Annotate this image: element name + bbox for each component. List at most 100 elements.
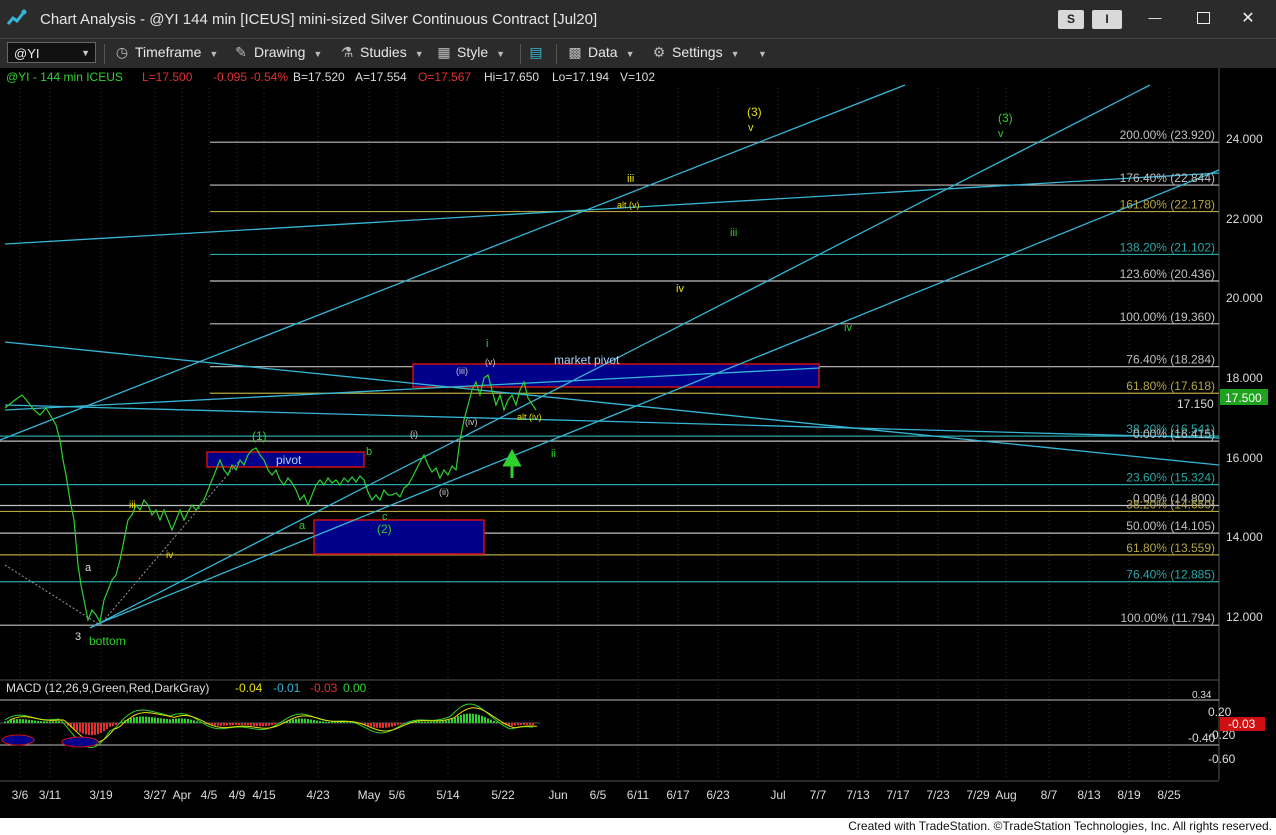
date-tick: 6/17 [666,788,690,802]
date-tick: Apr [173,788,192,802]
wave-c-label: c [382,511,388,523]
minimize-icon[interactable]: — [1145,10,1165,28]
green-1-label: (1) [252,429,267,443]
style-menu[interactable]: ▦ Style ▼ [435,44,505,64]
layout-button[interactable]: ▤ [527,44,549,64]
fib-label: 23.60% (15.324) [1126,471,1215,485]
fib-label: 176.40% (22.844) [1120,171,1215,185]
fib-label: 61.80% (17.618) [1126,379,1215,393]
date-tick: 8/19 [1117,788,1141,802]
macd-tick: -0.40 [1188,731,1216,745]
date-tick: 7/13 [846,788,870,802]
fib-label: 61.80% (13.559) [1126,541,1215,555]
quote-ask: A=17.554 [355,70,407,84]
yellow-alt-v-label: alt (v) [617,200,640,210]
date-tick: 6/11 [627,788,650,802]
macd-value-3: -0.03 [310,681,338,695]
layout-icon: ▤ [529,44,543,60]
toolbar-overflow[interactable]: ▼ [750,44,767,64]
fib-label: 76.40% (18.284) [1126,353,1215,367]
green-ii-label: ii [551,448,556,460]
date-tick: Jul [770,788,785,802]
clock-icon: ◷ [115,44,129,60]
date-tick: 6/23 [706,788,730,802]
date-tick: 5/22 [491,788,515,802]
maximize-icon[interactable] [1193,10,1213,28]
quote-change: -0.095 [213,70,247,84]
wave-a2-label: a [299,520,306,532]
quote-open: O=17.567 [418,70,471,84]
green-v-label: v [998,128,1004,140]
pivot-label: pivot [276,453,302,467]
green-iii-label: iii [730,227,737,239]
level-17150-label: 17.150 [1177,397,1214,411]
macd-tick: -0.60 [1208,752,1236,766]
date-tick: 4/15 [252,788,276,802]
date-tick: Jun [548,788,567,802]
footer-bar: Created with TradeStation. ©TradeStation… [0,818,1276,835]
lower-pivot-box [313,519,485,555]
green-2-label: (2) [377,522,392,536]
date-tick: 6/5 [590,788,607,802]
pencil-icon: ✎ [235,44,247,60]
fib-label: 161.80% (22.178) [1120,198,1215,212]
style-icon: ▦ [437,44,451,60]
date-tick: 7/7 [810,788,827,802]
wave-3-label: 3 [75,631,81,643]
fib-label: 200.00% (23.920) [1120,128,1215,142]
chart-toolbar: @YI ▼ ◷ Timeframe ▼ ✎ Drawing ▼ ⚗ Studies ▼ ▦ St… [0,39,1276,69]
macd-current-label: -0.03 [1228,717,1256,731]
date-tick: 7/23 [926,788,950,802]
timeframe-menu[interactable]: ◷ Timeframe ▼ [113,44,218,64]
drawing-menu[interactable]: ✎ Drawing ▼ [232,44,322,64]
date-tick: 5/14 [436,788,460,802]
fib-label: 0.00% (16.415) [1133,427,1215,441]
fib-label: 100.00% (19.360) [1120,310,1215,324]
studies-menu[interactable]: ⚗ Studies ▼ [338,44,424,64]
flask-icon: ⚗ [340,44,354,60]
bottom-label: bottom [89,634,126,648]
quote-pct: -0.54% [250,70,288,84]
quote-high: Hi=17.650 [484,70,539,84]
fib-label: 38.20% (14.650) [1126,497,1215,511]
price-tick: 18.000 [1226,371,1263,385]
date-tick: 7/17 [886,788,910,802]
wave-iv-small-label: iv [166,550,173,561]
price-chart[interactable]: market pivot pivot bottom (3) v iii alt … [0,68,1276,818]
i-button[interactable]: I [1092,10,1122,29]
date-tick: 3/6 [12,788,29,802]
wave-i-paren-label: (i) [410,429,418,439]
gear-icon: ⚙ [652,44,666,60]
price-tick: 20.000 [1226,291,1263,305]
macd-value-2: -0.01 [273,681,301,695]
price-tick: 24.000 [1226,132,1263,146]
footer-credit: Created with TradeStation. ©TradeStation… [848,819,1272,833]
fib-label: 123.60% (20.436) [1120,267,1215,281]
settings-menu[interactable]: ⚙ Settings ▼ [650,44,740,64]
wave-b-label: b [366,446,372,458]
wave-ii-paren-label: (ii) [439,487,449,497]
last-price-label: 17.500 [1225,391,1262,405]
macd-clipped-label: 0.34 [1192,690,1212,701]
date-tick: Aug [995,788,1016,802]
macd-title: MACD (12,26,9,Green,Red,DarkGray) [6,681,209,695]
date-tick: 4/9 [229,788,246,802]
symbol-selector[interactable]: @YI ▼ [7,42,96,63]
price-tick: 22.000 [1226,212,1263,226]
date-tick: 8/13 [1077,788,1101,802]
chevron-down-icon: ▼ [81,48,90,58]
data-menu[interactable]: ▩ Data ▼ [566,44,634,64]
title-bar: Chart Analysis - @YI 144 min [ICEUS] min… [0,0,1276,39]
quote-last: L=17.500 [142,70,193,84]
quote-symbol: @YI - 144 min ICEUS [6,70,123,84]
yellow-alt-iv-label: alt (iv) [517,412,542,422]
s-button[interactable]: S [1058,10,1084,29]
close-icon[interactable]: ✕ [1238,8,1258,27]
price-tick: 12.000 [1226,610,1263,624]
wave-iv-paren-label: (iv) [465,417,478,427]
chart-area[interactable]: market pivot pivot bottom (3) v iii alt … [0,68,1276,818]
market-pivot-box [412,363,820,388]
price-tick: 16.000 [1226,451,1263,465]
yellow-v-label: v [748,122,754,134]
date-tick: 8/7 [1041,788,1058,802]
